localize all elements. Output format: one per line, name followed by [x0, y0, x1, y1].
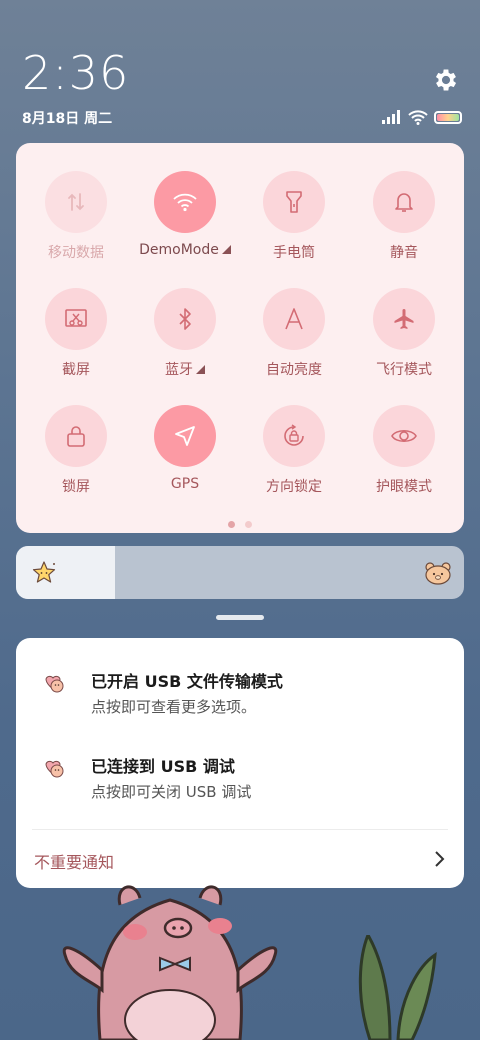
page-dot-active	[228, 521, 235, 528]
tile-label: 方向锁定	[266, 479, 322, 495]
notification-card: 已开启 USB 文件传输模式 点按即可查看更多选项。 已连接到 USB 调试 点…	[16, 638, 464, 888]
tile-label: DemoMode	[130, 242, 240, 258]
flashlight-icon	[263, 171, 325, 233]
tile-label: 移动数据	[48, 245, 104, 261]
tile-gps[interactable]: GPS	[130, 405, 240, 505]
drag-handle[interactable]	[216, 615, 264, 620]
notification-usb-transfer[interactable]: 已开启 USB 文件传输模式 点按即可查看更多选项。	[16, 638, 464, 718]
notification-usb-debugging[interactable]: 已连接到 USB 调试 点按即可关闭 USB 调试	[16, 723, 464, 803]
notification-subtitle: 点按即可关闭 USB 调试	[91, 783, 252, 801]
expand-triangle-icon[interactable]	[196, 365, 205, 374]
auto-brightness-icon	[263, 288, 325, 350]
eye-icon	[373, 405, 435, 467]
pig-heart-icon	[45, 760, 64, 778]
wifi-icon	[154, 171, 216, 233]
tile-rotation-lock[interactable]: 方向锁定	[239, 405, 349, 505]
pig-character-wallpaper	[62, 885, 278, 1040]
wifi-status-icon	[408, 109, 428, 125]
notification-subtitle: 点按即可查看更多选项。	[91, 698, 257, 716]
tile-label: 截屏	[62, 362, 90, 378]
tile-label: 手电筒	[273, 245, 315, 261]
tile-auto-brightness[interactable]: 自动亮度	[239, 288, 349, 388]
tile-label: 蓝牙	[130, 359, 240, 379]
tile-silent[interactable]: 静音	[349, 171, 459, 271]
tile-bluetooth[interactable]: 蓝牙	[130, 288, 240, 388]
notification-title: 已连接到 USB 调试	[91, 757, 235, 776]
pig-heart-icon	[45, 675, 64, 693]
airplane-icon	[373, 288, 435, 350]
tile-eye-protection[interactable]: 护眼模式	[349, 405, 459, 505]
star-icon	[32, 561, 56, 583]
chevron-right-icon	[435, 851, 445, 867]
battery-icon	[434, 110, 462, 124]
tile-label: 锁屏	[62, 479, 90, 495]
rotation-lock-icon	[263, 405, 325, 467]
bell-icon	[373, 171, 435, 233]
page-indicator	[228, 521, 252, 528]
gear-icon[interactable]	[432, 66, 460, 94]
date-label: 8月18日 周二	[22, 111, 113, 127]
signal-icon	[382, 110, 400, 124]
plant-wallpaper	[358, 935, 437, 1040]
bluetooth-icon	[154, 288, 216, 350]
page-dot	[245, 521, 252, 528]
notification-title: 已开启 USB 文件传输模式	[91, 672, 283, 691]
tile-wifi[interactable]: DemoMode	[130, 171, 240, 271]
bear-icon	[425, 562, 451, 585]
status-bar-icons	[382, 108, 462, 126]
tile-flashlight[interactable]: 手电筒	[239, 171, 349, 271]
unimportant-notifications-label: 不重要通知	[34, 853, 115, 872]
tile-label: 自动亮度	[266, 362, 322, 378]
tile-airplane[interactable]: 飞行模式	[349, 288, 459, 388]
expand-triangle-icon[interactable]	[221, 245, 231, 254]
tile-mobile-data[interactable]: 移动数据	[21, 171, 131, 271]
mobile-data-icon	[45, 171, 107, 233]
tile-label: 护眼模式	[376, 479, 432, 495]
tile-label: 飞行模式	[376, 362, 432, 378]
clock-time: 2:36	[22, 46, 130, 100]
tile-label: 静音	[390, 245, 418, 261]
tile-lock-screen[interactable]: 锁屏	[21, 405, 131, 505]
tile-screenshot[interactable]: 截屏	[21, 288, 131, 388]
screenshot-icon	[45, 288, 107, 350]
quick-settings-panel: 移动数据 DemoMode 手电筒 静音 截屏 蓝牙 自动亮度 飞行模式 锁屏 …	[16, 143, 464, 533]
lock-icon	[45, 405, 107, 467]
tile-label: GPS	[170, 476, 200, 492]
location-arrow-icon	[154, 405, 216, 467]
brightness-slider[interactable]	[16, 546, 464, 599]
